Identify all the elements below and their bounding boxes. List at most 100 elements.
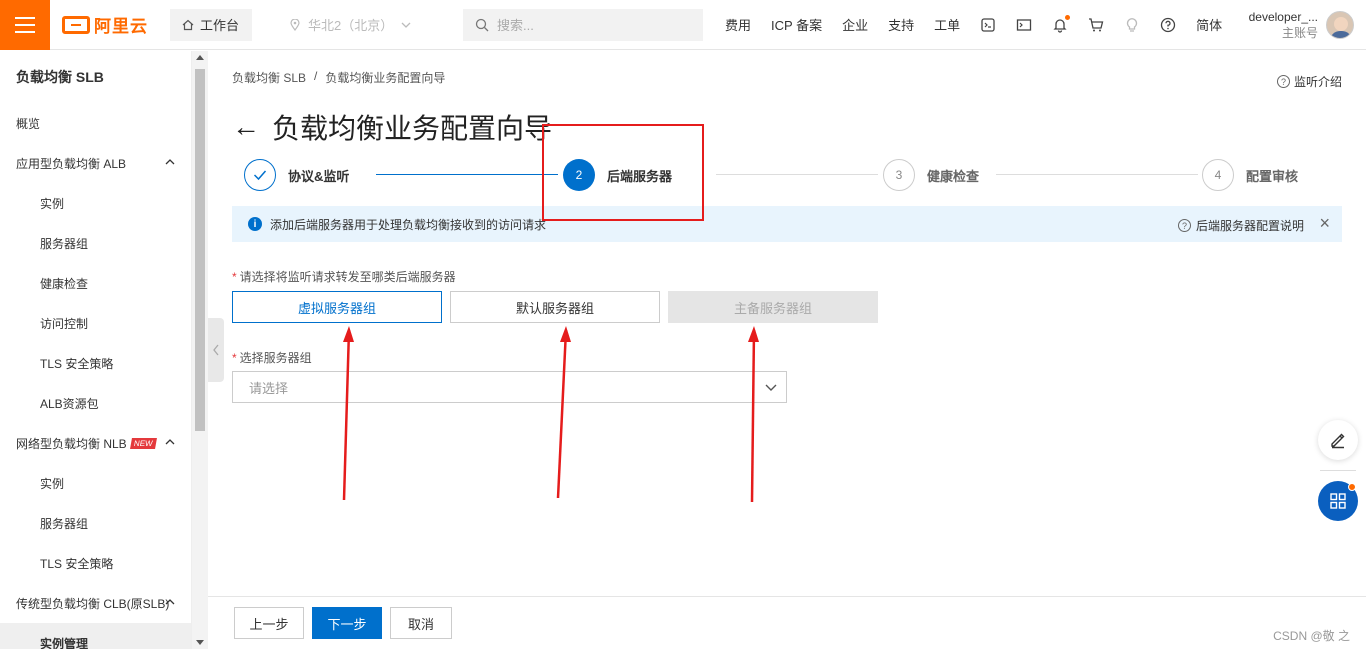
step-label: 协议&监听 (288, 168, 350, 184)
float-divider (1320, 470, 1356, 471)
step-label: 配置审核 (1246, 168, 1299, 184)
sidebar-item-alb-package[interactable]: ALB资源包 (0, 383, 191, 423)
sidebar-item-label: 网络型负载均衡 NLB (16, 436, 127, 451)
avatar[interactable] (1326, 11, 1354, 39)
sidebar-item-alb-server-group[interactable]: 服务器组 (0, 223, 191, 263)
step-connector (716, 174, 878, 175)
logo-text: 阿里云 (94, 17, 148, 36)
step-connector (376, 174, 558, 175)
new-badge: NEW (129, 437, 157, 449)
menu-icon[interactable] (0, 0, 50, 50)
chevron-up-icon (165, 599, 175, 605)
close-icon[interactable]: × (1319, 213, 1330, 234)
user-name: developer_... (1248, 10, 1318, 24)
sidebar-item-alb-access-control[interactable]: 访问控制 (0, 303, 191, 343)
lightbulb-icon[interactable] (1124, 17, 1140, 33)
feedback-edit-button[interactable] (1318, 420, 1358, 460)
sidebar: 负载均衡 SLB 概览 应用型负载均衡 ALB 实例 服务器组 健康检查 访问控… (0, 51, 192, 649)
workbench-button[interactable]: 工作台 (170, 8, 252, 41)
sidebar-scrollbar[interactable] (192, 51, 208, 649)
sidebar-item-alb[interactable]: 应用型负载均衡 ALB (0, 143, 191, 183)
user-role: 主账号 (1281, 26, 1318, 40)
nav-support[interactable]: 支持 (888, 15, 914, 34)
chevron-down-icon (765, 384, 777, 391)
notification-dot (1348, 483, 1356, 491)
prev-step-button[interactable]: 上一步 (234, 607, 304, 639)
nav-billing[interactable]: 费用 (725, 15, 751, 34)
server-group-select[interactable]: 请选择 (232, 371, 787, 403)
sidebar-item-label: 实例 (40, 476, 65, 491)
listener-intro-link[interactable]: ? 监听介绍 (1276, 73, 1342, 90)
user-info: developer_... 主账号 (1249, 9, 1318, 41)
nav-ticket[interactable]: 工单 (934, 15, 960, 34)
notification-bell-icon[interactable] (1052, 14, 1071, 33)
server-type-label: * 请选择将监听请求转发至哪类后端服务器 (232, 270, 456, 284)
region-label: 华北2（北京） (308, 18, 394, 33)
nav-enterprise[interactable]: 企业 (842, 15, 868, 34)
user-account-menu[interactable]: developer_... 主账号 (1249, 0, 1354, 50)
help-icon[interactable] (1160, 17, 1176, 33)
scroll-up-arrow-icon[interactable] (196, 55, 204, 60)
question-icon: ? (1177, 219, 1191, 232)
info-alert: i 添加后端服务器用于处理负载均衡接收到的访问请求 ? 后端服务器配置说明 × (232, 206, 1342, 242)
sidebar-item-clb[interactable]: 传统型负载均衡 CLB(原SLB) (0, 583, 191, 623)
default-server-group-button[interactable]: 默认服务器组 (450, 291, 660, 323)
region-selector[interactable]: 华北2（北京） (278, 9, 428, 41)
sidebar-item-alb-tls-policy[interactable]: TLS 安全策略 (0, 343, 191, 383)
breadcrumb-item-slb[interactable]: 负载均衡 SLB (232, 69, 306, 86)
wizard-footer: 上一步 下一步 取消 CSDN @敬 之 (208, 596, 1366, 649)
top-nav-links: 费用 ICP 备案 企业 支持 工单 简体 (725, 14, 1222, 34)
sidebar-item-label: 服务器组 (40, 516, 89, 531)
terminal-icon[interactable] (1016, 17, 1032, 33)
cloud-shell-icon[interactable] (980, 17, 996, 33)
question-icon: ? (1276, 75, 1290, 88)
listener-intro-label: 监听介绍 (1293, 75, 1342, 89)
scroll-down-arrow-icon[interactable] (196, 640, 204, 645)
sidebar-item-nlb-instance[interactable]: 实例 (0, 463, 191, 503)
step-label: 健康检查 (927, 168, 980, 184)
back-arrow-icon[interactable]: ← (232, 113, 260, 141)
step-number: 3 (883, 159, 915, 191)
location-pin-icon (290, 18, 300, 31)
info-icon: i (248, 217, 262, 231)
check-icon (244, 159, 276, 191)
search-input[interactable]: 搜索... (463, 8, 703, 41)
cancel-button[interactable]: 取消 (390, 607, 452, 639)
next-step-button[interactable]: 下一步 (312, 607, 382, 639)
server-group-placeholder: 请选择 (249, 380, 289, 396)
sidebar-item-nlb[interactable]: 网络型负载均衡 NLB NEW (0, 423, 191, 463)
step-config-review[interactable]: 4 配置审核 (1202, 158, 1298, 192)
sidebar-item-label: TLS 安全策略 (40, 556, 114, 571)
apps-grid-button[interactable] (1318, 481, 1358, 521)
step-connector (996, 174, 1198, 175)
sidebar-item-clb-instance-management[interactable]: 实例管理 (0, 623, 191, 649)
home-icon (182, 19, 194, 30)
sidebar-item-label: TLS 安全策略 (40, 356, 114, 371)
watermark: CSDN @敬 之 (1273, 629, 1350, 643)
sidebar-item-alb-health-check[interactable]: 健康检查 (0, 263, 191, 303)
breadcrumb: 负载均衡 SLB / 负载均衡业务配置向导 (232, 69, 445, 86)
annotation-highlight-box (542, 124, 704, 221)
sidebar-item-nlb-server-group[interactable]: 服务器组 (0, 503, 191, 543)
step-health-check[interactable]: 3 健康检查 (883, 158, 979, 192)
aliyun-logo[interactable]: 阿里云 (62, 12, 158, 37)
page-title-text: 负载均衡业务配置向导 (272, 113, 553, 144)
sidebar-item-overview[interactable]: 概览 (0, 103, 191, 143)
cart-icon[interactable] (1088, 17, 1104, 33)
sidebar-item-label: 传统型负载均衡 CLB(原SLB) (16, 596, 170, 611)
sidebar-item-label: 应用型负载均衡 ALB (16, 156, 127, 171)
sidebar-item-alb-instance[interactable]: 实例 (0, 183, 191, 223)
language-switch[interactable]: 简体 (1196, 15, 1222, 34)
sidebar-item-nlb-tls-policy[interactable]: TLS 安全策略 (0, 543, 191, 583)
nav-icp[interactable]: ICP 备案 (771, 15, 822, 34)
sidebar-item-label: ALB资源包 (40, 396, 99, 411)
sidebar-item-label: 实例管理 (40, 636, 89, 649)
scrollbar-thumb[interactable] (195, 69, 205, 431)
alert-link-label: 后端服务器配置说明 (1195, 219, 1304, 233)
chevron-down-icon (401, 22, 411, 28)
step-protocol-listener[interactable]: 协议&监听 (244, 158, 349, 192)
virtual-server-group-button[interactable]: 虚拟服务器组 (232, 291, 442, 323)
server-group-label: * 选择服务器组 (232, 351, 312, 365)
server-type-label-text: 请选择将监听请求转发至哪类后端服务器 (239, 270, 456, 284)
backend-config-help-link[interactable]: ? 后端服务器配置说明 (1177, 217, 1304, 234)
